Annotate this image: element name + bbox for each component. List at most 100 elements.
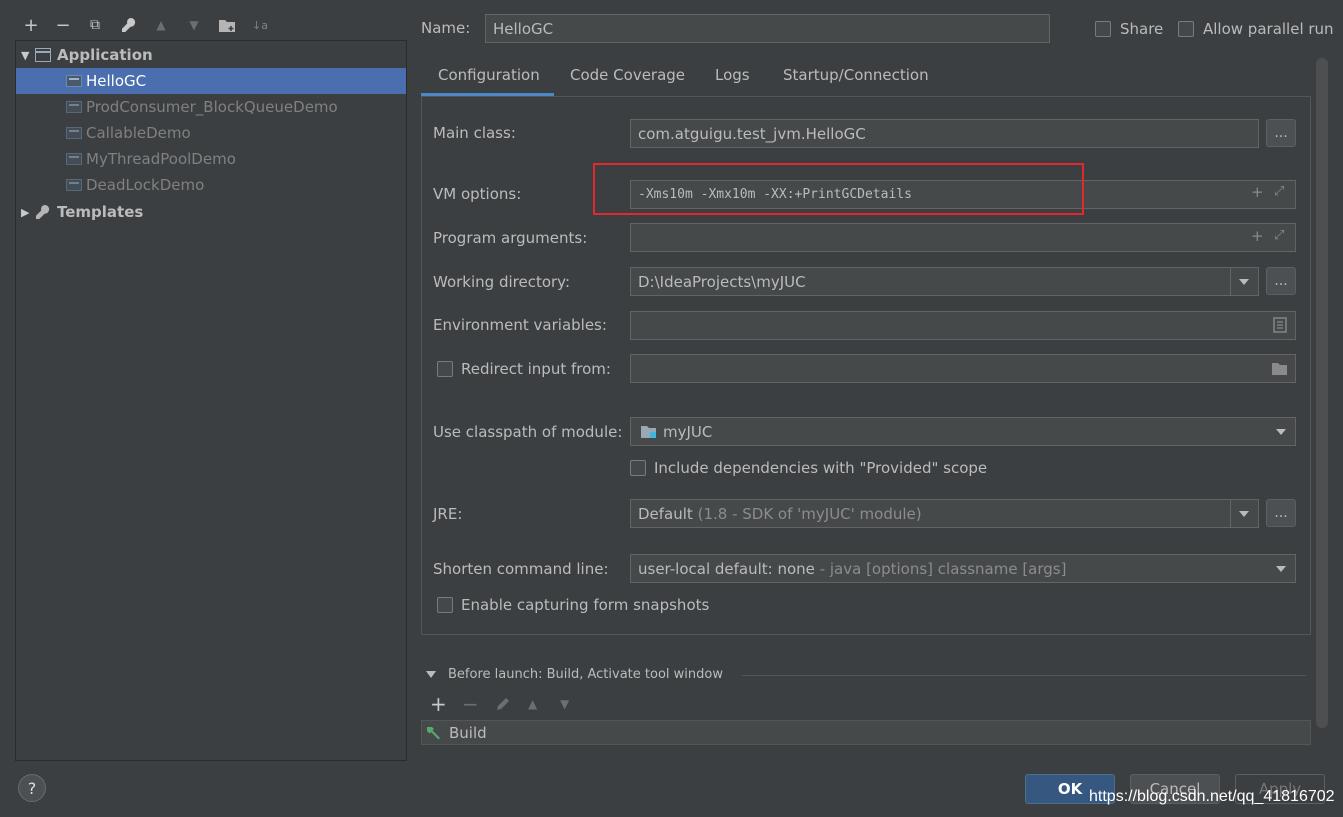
dropdown-separator [1230, 268, 1231, 295]
main-class-input[interactable]: com.atguigu.test_jvm.HelloGC [630, 119, 1259, 148]
enable-snapshots-label: Enable capturing form snapshots [461, 596, 710, 614]
jre-value: Default [638, 504, 693, 523]
shorten-value: user-local default: none [638, 559, 815, 578]
config-tree: ▼ Application HelloGC ProdConsumer_Block… [15, 40, 407, 761]
chevron-down-icon[interactable] [1276, 566, 1286, 572]
tree-application-label: Application [57, 46, 153, 64]
working-directory-browse-button[interactable]: ... [1266, 267, 1296, 295]
hammer-icon [425, 724, 443, 744]
enable-snapshots-checkbox[interactable] [437, 597, 453, 613]
module-folder-icon [640, 425, 657, 439]
name-input[interactable]: HelloGC [485, 14, 1050, 43]
expand-plus-icon[interactable]: + [1251, 227, 1264, 245]
working-directory-label: Working directory: [433, 273, 571, 291]
expand-field-icon[interactable]: ⤢ [1274, 228, 1284, 243]
name-label: Name: [421, 19, 471, 37]
chevron-down-icon[interactable] [1239, 511, 1249, 517]
remove-task-button[interactable]: − [462, 692, 479, 716]
tab-configuration[interactable]: Configuration [438, 66, 540, 84]
run-config-icon [66, 179, 82, 191]
redirect-input-label: Redirect input from: [461, 360, 611, 378]
dropdown-separator [1230, 500, 1231, 527]
tree-node-templates[interactable]: ▶ Templates [16, 199, 406, 225]
main-class-browse-button[interactable]: ... [1266, 119, 1296, 147]
highlight-box [593, 163, 1084, 215]
build-task-label[interactable]: Build [449, 724, 487, 742]
include-dependencies-checkbox[interactable] [630, 460, 646, 476]
jre-select[interactable]: Default (1.8 - SDK of 'myJUC' module) [630, 499, 1259, 528]
expand-field-icon[interactable]: ⤢ [1274, 184, 1284, 199]
tree-item-deadlockdemo[interactable]: DeadLockDemo [16, 172, 406, 198]
chevron-down-icon[interactable] [1276, 429, 1286, 435]
application-icon [35, 48, 51, 62]
working-directory-input[interactable]: D:\IdeaProjects\myJUC [630, 267, 1259, 296]
classpath-module-label: Use classpath of module: [433, 423, 623, 441]
program-arguments-label: Program arguments: [433, 229, 588, 247]
jre-value-detail: (1.8 - SDK of 'myJUC' module) [697, 504, 922, 523]
folder-open-icon[interactable] [1271, 362, 1289, 380]
tab-startup-connection[interactable]: Startup/Connection [783, 66, 929, 84]
tree-item-hellogc[interactable]: HelloGC [16, 68, 406, 94]
expand-right-icon[interactable]: ▶ [21, 206, 35, 219]
new-folder-icon[interactable] [216, 14, 238, 36]
edit-pencil-icon[interactable] [495, 696, 511, 716]
shorten-value-detail: - java [options] classname [args] [814, 559, 1067, 578]
vertical-scrollbar[interactable] [1316, 58, 1328, 728]
tree-item-callabledemo[interactable]: CallableDemo [16, 120, 406, 146]
classpath-module-select[interactable]: myJUC [630, 417, 1296, 446]
environment-variables-input[interactable] [630, 311, 1296, 340]
before-launch-title: Before launch: Build, Activate tool wind… [448, 667, 723, 682]
help-button[interactable]: ? [18, 774, 46, 802]
environment-variables-label: Environment variables: [433, 316, 607, 334]
document-icon[interactable] [1273, 317, 1287, 337]
jre-label: JRE: [433, 505, 463, 523]
expand-down-icon[interactable]: ▼ [21, 49, 35, 62]
allow-parallel-checkbox[interactable] [1178, 21, 1194, 37]
collapse-down-icon[interactable] [426, 671, 436, 678]
add-task-button[interactable]: + [430, 692, 447, 716]
move-up-button[interactable]: ▲ [150, 14, 172, 36]
edit-defaults-wrench-icon[interactable] [118, 14, 140, 36]
tree-item-mythreadpooldemo[interactable]: MyThreadPoolDemo [16, 146, 406, 172]
tree-node-application[interactable]: ▼ Application [16, 42, 406, 68]
tab-code-coverage[interactable]: Code Coverage [570, 66, 685, 84]
tree-item-prodconsumer[interactable]: ProdConsumer_BlockQueueDemo [16, 94, 406, 120]
run-config-icon [66, 101, 82, 113]
program-arguments-input[interactable] [630, 223, 1296, 252]
jre-browse-button[interactable]: ... [1266, 499, 1296, 527]
tree-item-label: ProdConsumer_BlockQueueDemo [86, 98, 338, 116]
redirect-input-field[interactable] [630, 354, 1296, 383]
shorten-command-line-label: Shorten command line: [433, 560, 609, 578]
move-down-button[interactable]: ▼ [183, 14, 205, 36]
expand-plus-icon[interactable]: + [1251, 183, 1264, 201]
watermark-text: https://blog.csdn.net/qq_41816702 [1089, 788, 1335, 805]
run-config-icon [66, 153, 82, 165]
vm-options-label: VM options: [433, 185, 522, 203]
main-class-label: Main class: [433, 124, 516, 142]
tree-item-label: MyThreadPoolDemo [86, 150, 236, 168]
move-task-up-icon[interactable]: ▲ [528, 697, 537, 711]
run-config-icon [66, 75, 82, 87]
remove-config-button[interactable]: − [52, 14, 74, 36]
share-checkbox[interactable] [1095, 21, 1111, 37]
redirect-input-checkbox[interactable] [437, 361, 453, 377]
include-dependencies-label: Include dependencies with "Provided" sco… [654, 459, 988, 477]
copy-config-button[interactable]: ⧉ [84, 14, 106, 36]
classpath-module-value: myJUC [663, 422, 713, 441]
allow-parallel-label: Allow parallel run [1203, 20, 1334, 38]
tree-item-label: HelloGC [86, 72, 147, 90]
shorten-command-line-select[interactable]: user-local default: none - java [options… [630, 554, 1296, 583]
before-launch-list [421, 720, 1311, 745]
add-config-button[interactable]: + [20, 14, 42, 36]
chevron-down-icon[interactable] [1239, 279, 1249, 285]
tree-item-label: CallableDemo [86, 124, 191, 142]
tab-logs[interactable]: Logs [715, 66, 750, 84]
run-config-icon [66, 127, 82, 139]
wrench-icon [35, 204, 57, 220]
section-divider [742, 675, 1306, 676]
tree-item-label: DeadLockDemo [86, 176, 205, 194]
sort-icon[interactable]: ↓a [249, 14, 271, 36]
share-label: Share [1120, 20, 1164, 38]
tree-templates-label: Templates [57, 203, 144, 221]
move-task-down-icon[interactable]: ▼ [560, 697, 569, 711]
